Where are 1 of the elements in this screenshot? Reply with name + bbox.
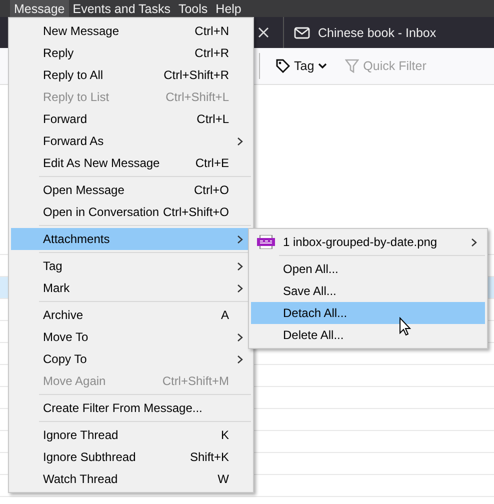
tab-title: Chinese book - Inbox <box>318 26 436 40</box>
